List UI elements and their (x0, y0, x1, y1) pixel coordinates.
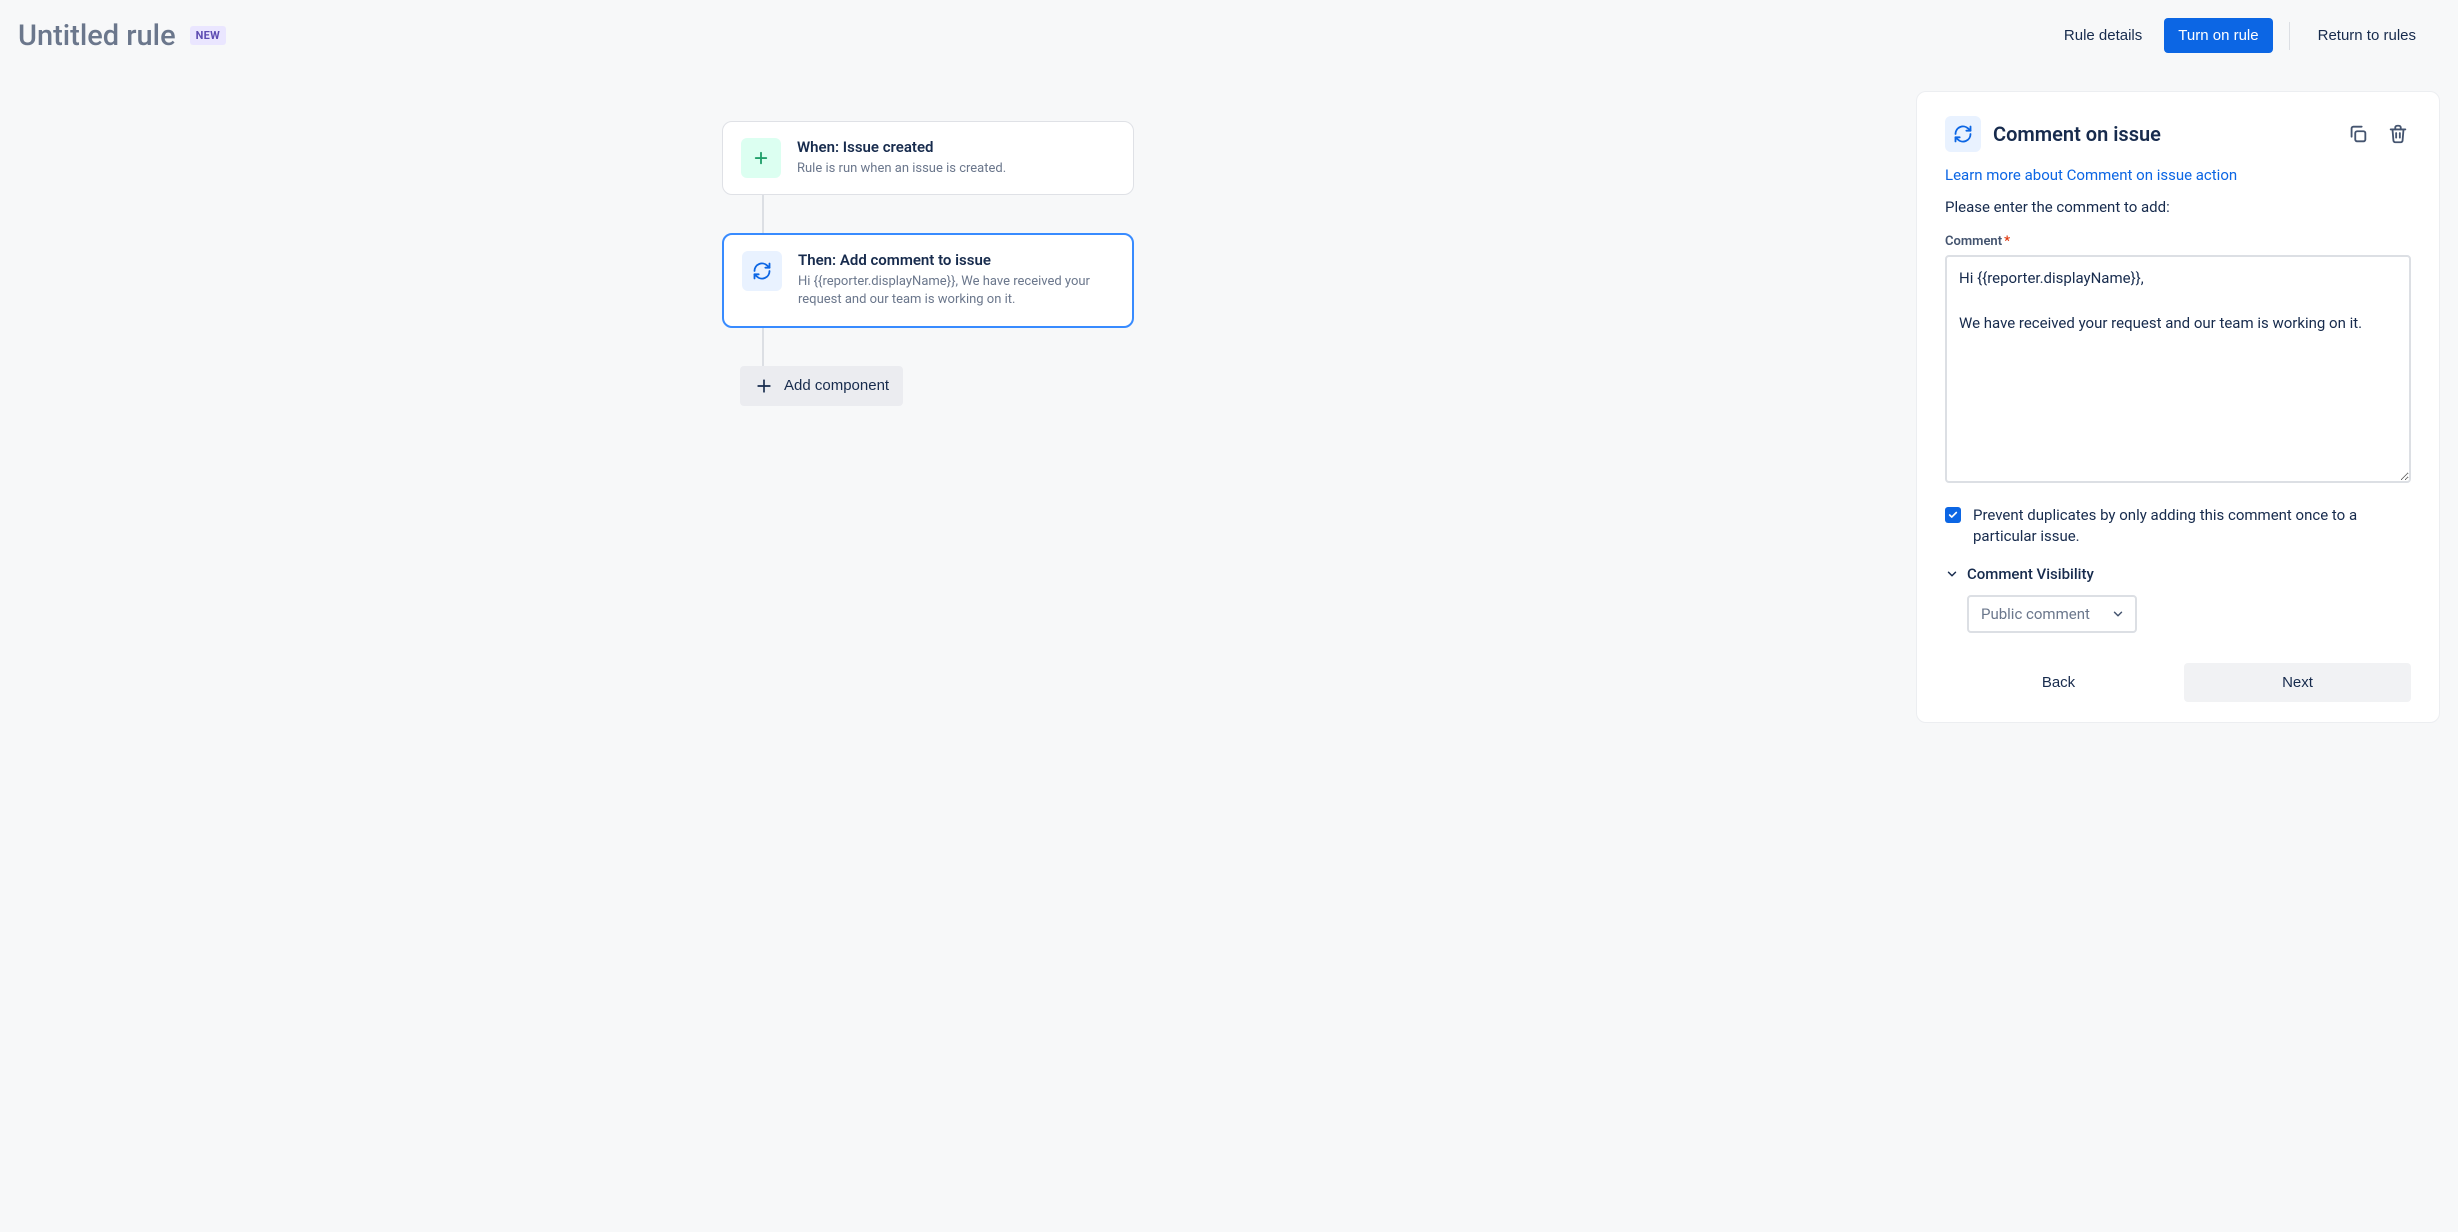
learn-more-link[interactable]: Learn more about Comment on issue action (1945, 166, 2237, 184)
add-component-label: Add component (784, 377, 889, 394)
trash-icon[interactable] (2385, 121, 2411, 147)
next-button[interactable]: Next (2184, 663, 2411, 702)
panel-actions (2345, 121, 2411, 147)
top-actions: Rule details Turn on rule Return to rule… (2052, 18, 2428, 53)
copy-icon[interactable] (2345, 121, 2371, 147)
refresh-icon (742, 251, 782, 291)
visibility-header-text: Comment Visibility (1967, 565, 2094, 583)
chevron-down-icon (1945, 567, 1959, 581)
flow-inner: When: Issue created Rule is run when an … (722, 121, 1134, 406)
trigger-card-body: When: Issue created Rule is run when an … (797, 138, 1115, 178)
trigger-subtitle: Rule is run when an issue is created. (797, 160, 1115, 178)
separator (2289, 22, 2290, 50)
connector-line-2 (762, 328, 764, 366)
panel-column: Comment on issue Learn more about Commen… (1916, 91, 2440, 723)
config-panel: Comment on issue Learn more about Commen… (1916, 91, 2440, 723)
back-button[interactable]: Back (1945, 663, 2172, 702)
trigger-card[interactable]: When: Issue created Rule is run when an … (722, 121, 1134, 195)
plus-icon (754, 376, 774, 396)
connector-line (762, 195, 764, 233)
instruction-text: Please enter the comment to add: (1945, 198, 2411, 216)
visibility-value: Public comment (1981, 605, 2090, 623)
comment-label-text: Comment (1945, 234, 2002, 249)
panel-footer: Back Next (1945, 663, 2411, 702)
rule-details-button[interactable]: Rule details (2052, 19, 2154, 52)
prevent-duplicates-label: Prevent duplicates by only adding this c… (1973, 505, 2411, 547)
panel-header: Comment on issue (1945, 116, 2411, 152)
plus-icon (741, 138, 781, 178)
panel-header-left: Comment on issue (1945, 116, 2161, 152)
badge-new: NEW (190, 26, 226, 45)
return-to-rules-button[interactable]: Return to rules (2306, 19, 2428, 52)
required-marker: * (2004, 234, 2010, 249)
action-card[interactable]: Then: Add comment to issue Hi {{reporter… (722, 233, 1134, 327)
refresh-icon (1945, 116, 1981, 152)
flow-column: When: Issue created Rule is run when an … (0, 91, 1856, 406)
visibility-select-wrap: Public comment (1967, 595, 2411, 633)
top-bar: Untitled rule NEW Rule details Turn on r… (0, 0, 2458, 71)
turn-on-rule-button[interactable]: Turn on rule (2164, 18, 2272, 53)
comment-input[interactable] (1945, 255, 2411, 483)
comment-visibility-toggle[interactable]: Comment Visibility (1945, 565, 2411, 583)
main-area: When: Issue created Rule is run when an … (0, 71, 2458, 763)
prevent-duplicates-row: Prevent duplicates by only adding this c… (1945, 505, 2411, 547)
action-title: Then: Add comment to issue (798, 251, 1114, 269)
add-component-button[interactable]: Add component (740, 366, 903, 406)
trigger-title: When: Issue created (797, 138, 1115, 156)
visibility-select[interactable]: Public comment (1967, 595, 2137, 633)
title-wrap: Untitled rule NEW (18, 19, 226, 53)
action-card-body: Then: Add comment to issue Hi {{reporter… (798, 251, 1114, 309)
prevent-duplicates-checkbox[interactable] (1945, 507, 1961, 523)
panel-title: Comment on issue (1993, 122, 2161, 146)
action-subtitle: Hi {{reporter.displayName}}, We have rec… (798, 273, 1114, 309)
chevron-down-icon (2111, 607, 2125, 621)
comment-label: Comment* (1945, 234, 2411, 249)
rule-title[interactable]: Untitled rule (18, 19, 176, 53)
